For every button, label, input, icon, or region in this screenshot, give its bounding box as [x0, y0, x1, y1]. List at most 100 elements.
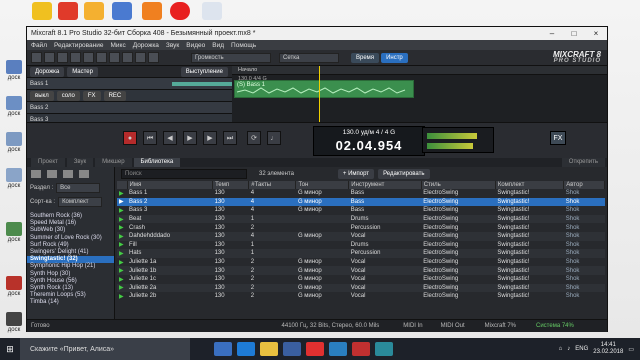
audio-clip[interactable]: (S) Bass 1	[234, 80, 414, 98]
column-header[interactable]: Автор	[563, 181, 605, 189]
rewind-start-button[interactable]: ⏮	[143, 131, 157, 145]
app-icon[interactable]	[58, 2, 78, 20]
tab-sound[interactable]: Звук	[66, 158, 94, 167]
app-icon[interactable]	[329, 342, 347, 356]
mute-button[interactable]: выкл	[30, 90, 54, 101]
column-header[interactable]: Темп	[212, 181, 250, 189]
menu-mix[interactable]: Микс	[111, 42, 126, 49]
desktop-icon[interactable]: доск	[2, 96, 26, 118]
column-header[interactable]: Стиль	[421, 181, 496, 189]
volume-dropdown[interactable]: Громкость	[191, 52, 271, 63]
folder-icon[interactable]	[32, 2, 52, 20]
volume-icon[interactable]: ♪	[567, 346, 570, 352]
record-button[interactable]: ●	[123, 131, 137, 145]
cut-icon[interactable]	[70, 52, 81, 63]
track-row[interactable]: Bass 1	[27, 78, 232, 90]
time-display[interactable]: 130.0 уд/м 4 / 4 G 02.04.954	[313, 126, 425, 156]
clock[interactable]: 14:41 23.02.2018	[593, 342, 623, 356]
desktop-icon[interactable]: доск	[2, 222, 26, 244]
table-row[interactable]: ▶ Crash 130 2 Percussion ElectroSwing Swingtas…	[117, 223, 605, 232]
notifications-icon[interactable]: ▭	[628, 346, 634, 353]
play-button[interactable]: ▶	[183, 131, 197, 145]
cortana-search[interactable]: Скажите «Привет, Алиса»	[20, 338, 190, 360]
table-row[interactable]: ▶ Juliette 1c 130 2 G минор Vocal ElectroSwing…	[117, 275, 605, 284]
table-row[interactable]: ▶ Dahdehdddado 130 4 G минор Vocal ElectroSwin…	[117, 231, 605, 241]
rec-button[interactable]: REC	[103, 90, 127, 101]
rewind-button[interactable]: ◀	[163, 131, 177, 145]
app-icon[interactable]	[352, 342, 370, 356]
star-icon[interactable]	[79, 170, 89, 178]
genre-item[interactable]: Synth House (56)	[27, 278, 114, 285]
play-icon[interactable]: ▶	[117, 249, 127, 258]
app-icon[interactable]	[202, 2, 222, 20]
snap-icon[interactable]	[148, 52, 159, 63]
genre-item[interactable]: Surf Rock (49)	[27, 242, 114, 249]
desktop-icon[interactable]: доск	[2, 168, 26, 190]
play-icon[interactable]: ▶	[117, 231, 127, 241]
menu-help[interactable]: Помощь	[231, 42, 256, 49]
mixer-icon[interactable]	[63, 170, 73, 178]
solo-button[interactable]: соло	[56, 90, 80, 101]
windows-start-icon[interactable]: ⊞	[0, 338, 20, 360]
genre-item[interactable]: Summer of Love Rock (30)	[27, 235, 114, 242]
maximize-button[interactable]: □	[563, 29, 585, 38]
table-row[interactable]: ▶ Hats 130 1 Percussion ElectroSwing Swingtast…	[117, 249, 605, 258]
edit-button[interactable]: Редактировать	[378, 169, 430, 179]
table-row[interactable]: ▶ Juliette 2b 130 2 G минор Vocal ElectroSwing…	[117, 292, 605, 301]
tab-mixer[interactable]: Микшер	[95, 158, 132, 167]
menu-view[interactable]: Вид	[212, 42, 224, 49]
app-icon[interactable]	[142, 2, 162, 20]
column-header[interactable]: #Такты	[248, 181, 297, 189]
menu-video[interactable]: Видео	[186, 42, 205, 49]
tab-track[interactable]: Дорожка	[30, 66, 65, 77]
redo-icon[interactable]	[122, 52, 133, 63]
play-icon[interactable]: ▶	[117, 197, 127, 207]
app-icon[interactable]	[112, 2, 132, 20]
genre-item[interactable]: Swingers' Delight (41)	[27, 249, 114, 256]
play-icon[interactable]: ▶	[117, 241, 127, 250]
menu-sound[interactable]: Звук	[166, 42, 179, 49]
genre-item[interactable]: Theremin Loops (53)	[27, 292, 114, 299]
play-icon[interactable]: ▶	[117, 223, 127, 232]
table-row[interactable]: ▶ Fill 130 1 Drums ElectroSwing Swingtastic! Sh…	[117, 241, 605, 250]
section-dropdown[interactable]: Все	[56, 183, 101, 193]
table-row[interactable]: ▶ Bass 2 130 4 G минор Bass ElectroSwing Swingt…	[117, 197, 605, 207]
save-icon[interactable]	[57, 52, 68, 63]
undock-button[interactable]: Открепить	[561, 158, 605, 167]
play-icon[interactable]: ▶	[117, 283, 127, 293]
time-button[interactable]: Время	[351, 52, 380, 63]
table-row[interactable]: ▶ Juliette 2a 130 2 G минор Vocal ElectroSwing…	[117, 283, 605, 293]
fx-button[interactable]: FX	[82, 90, 101, 101]
table-row[interactable]: ▶ Bass 3 130 4 G минор Bass ElectroSwing Swingt…	[117, 206, 605, 215]
column-header[interactable]: Инструмент	[348, 181, 422, 189]
save-icon[interactable]	[31, 170, 41, 178]
play-icon[interactable]: ▶	[117, 206, 127, 215]
table-row[interactable]: ▶ Beat 130 1 Drums ElectroSwing Swingtastic! Sh…	[117, 214, 605, 224]
genre-item[interactable]: Southern Rock (36)	[27, 213, 114, 220]
app-icon[interactable]	[84, 2, 104, 20]
undo-icon[interactable]	[109, 52, 120, 63]
play-icon[interactable]: ▶	[117, 275, 127, 284]
search-input[interactable]: Поиск	[121, 169, 247, 179]
tab-master[interactable]: Мастер	[67, 66, 98, 77]
desktop-icon[interactable]: доск	[2, 132, 26, 154]
menu-file[interactable]: Файл	[31, 42, 47, 49]
loop-button[interactable]: ⟳	[247, 131, 261, 145]
fx-button[interactable]: FX	[550, 131, 566, 145]
end-button[interactable]: ⏭	[223, 131, 237, 145]
menu-edit[interactable]: Редактирование	[54, 42, 104, 49]
folder-icon[interactable]	[47, 170, 57, 178]
grid-dropdown[interactable]: Сетка	[279, 52, 339, 63]
forward-button[interactable]: ▶	[203, 131, 217, 145]
column-header[interactable]: Тон	[295, 181, 350, 189]
instrument-button[interactable]: Инстр	[381, 52, 408, 63]
tab-project[interactable]: Проект	[31, 158, 65, 167]
sort-dropdown[interactable]: Комплект	[58, 197, 103, 207]
playhead[interactable]	[319, 66, 320, 122]
network-icon[interactable]: ⌂	[559, 346, 563, 352]
play-icon[interactable]: ▶	[117, 214, 127, 224]
play-icon[interactable]: ▶	[117, 258, 127, 267]
task-view-icon[interactable]	[214, 342, 232, 356]
genre-item[interactable]: Timba (14)	[27, 299, 114, 306]
edge-icon[interactable]	[237, 342, 255, 356]
